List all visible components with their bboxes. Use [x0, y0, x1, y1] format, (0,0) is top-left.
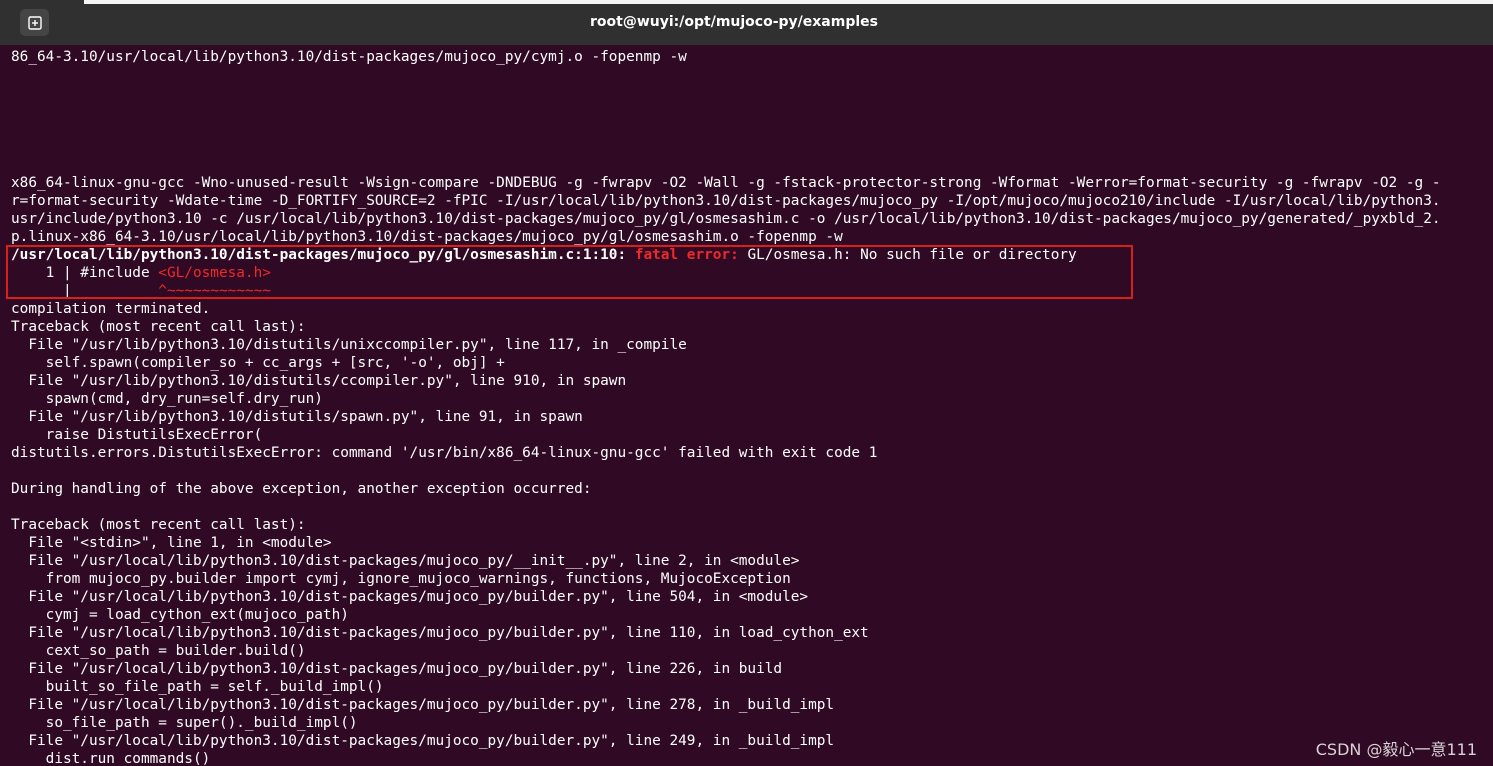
new-tab-button[interactable]: [20, 9, 49, 36]
new-tab-plus-icon: [27, 15, 42, 30]
output-block-traceback: compilation terminated. Traceback (most r…: [11, 300, 1493, 766]
watermark: CSDN @毅心一意111: [1315, 740, 1477, 759]
terminal-line: p.linux-x86_64-3.10/usr/local/lib/python…: [11, 229, 843, 245]
terminal-line: self.spawn(compiler_so + cc_args + [src,…: [11, 355, 505, 371]
error-label: fatal error:: [634, 247, 739, 263]
error-source-highlight: <GL/osmesa.h>: [158, 265, 271, 281]
error-message-text: GL/osmesa.h: No such file or directory: [747, 247, 1077, 263]
terminal-line: During handling of the above exception, …: [11, 481, 592, 497]
error-caret-prefix: |: [11, 283, 159, 299]
title-bar[interactable]: root@wuyi:/opt/mujoco-py/examples: [0, 0, 1493, 45]
terminal-line: File "/usr/local/lib/python3.10/dist-pac…: [11, 625, 869, 641]
terminal-window: root@wuyi:/opt/mujoco-py/examples 86_64-…: [0, 0, 1493, 766]
terminal-line: built_so_file_path = self._build_impl(): [11, 679, 384, 695]
title-bar-top-strip: [84, 0, 1493, 4]
error-source-prefix: 1 | #include: [11, 265, 159, 281]
output-block-compile: 86_64-3.10/usr/local/lib/python3.10/dist…: [11, 48, 1493, 246]
terminal-line: from mujoco_py.builder import cymj, igno…: [11, 571, 791, 587]
terminal-line: usr/include/python3.10 -c /usr/local/lib…: [11, 211, 1441, 227]
error-source-line: 1 | #include <GL/osmesa.h>: [11, 264, 1493, 282]
terminal-line: File "/usr/local/lib/python3.10/dist-pac…: [11, 733, 835, 749]
terminal-line: x86_64-linux-gnu-gcc -Wno-unused-result …: [11, 175, 1441, 191]
terminal-line: cext_so_path = builder.build(): [11, 643, 306, 659]
window-title: root@wuyi:/opt/mujoco-py/examples: [590, 14, 878, 30]
terminal-line: 86_64-3.10/usr/local/lib/python3.10/dist…: [11, 49, 687, 65]
terminal-line: File "/usr/lib/python3.10/distutils/spaw…: [11, 409, 583, 425]
terminal-line: File "/usr/local/lib/python3.10/dist-pac…: [11, 661, 783, 677]
terminal-line: Traceback (most recent call last):: [11, 517, 306, 533]
terminal-line: r=format-security -Wdate-time -D_FORTIFY…: [11, 193, 1441, 209]
terminal-line: dist.run_commands(): [11, 751, 211, 766]
terminal-output[interactable]: 86_64-3.10/usr/local/lib/python3.10/dist…: [11, 48, 1493, 766]
error-caret: ^~~~~~~~~~~~~: [158, 283, 271, 299]
terminal-line: File "<stdin>", line 1, in <module>: [11, 535, 332, 551]
terminal-line: File "/usr/lib/python3.10/distutils/ccom…: [11, 373, 627, 389]
terminal-line: File "/usr/local/lib/python3.10/dist-pac…: [11, 589, 809, 605]
terminal-line: compilation terminated.: [11, 301, 211, 317]
terminal-line: spawn(cmd, dry_run=self.dry_run): [11, 391, 323, 407]
terminal-line: raise DistutilsExecError(: [11, 427, 263, 443]
error-location: /usr/local/lib/python3.10/dist-packages/…: [11, 247, 627, 263]
terminal-line: distutils.errors.DistutilsExecError: com…: [11, 445, 878, 461]
terminal-line: Traceback (most recent call last):: [11, 319, 306, 335]
error-line: /usr/local/lib/python3.10/dist-packages/…: [11, 246, 1493, 264]
terminal-line: cymj = load_cython_ext(mujoco_path): [11, 607, 349, 623]
terminal-line: File "/usr/local/lib/python3.10/dist-pac…: [11, 697, 835, 713]
error-caret-line: | ^~~~~~~~~~~~~: [11, 282, 1493, 300]
terminal-line: File "/usr/lib/python3.10/distutils/unix…: [11, 337, 687, 353]
terminal-line: File "/usr/local/lib/python3.10/dist-pac…: [11, 553, 800, 569]
terminal-line: so_file_path = super()._build_impl(): [11, 715, 358, 731]
